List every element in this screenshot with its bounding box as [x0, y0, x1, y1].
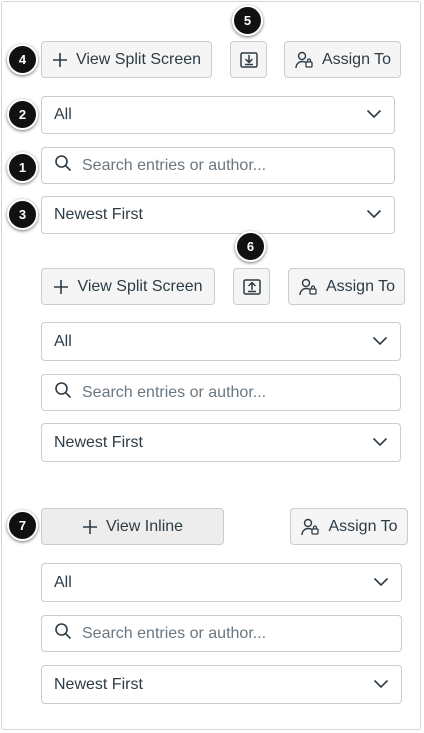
plus-icon — [82, 519, 98, 535]
chevron-down-icon — [373, 574, 389, 592]
assign-to-button[interactable]: Assign To — [290, 508, 408, 545]
filter-select[interactable]: All — [41, 322, 401, 361]
search-icon — [54, 154, 72, 177]
download-toggle-button[interactable] — [230, 41, 267, 78]
assign-to-label: Assign To — [325, 277, 396, 295]
view-split-screen-label: View Split Screen — [75, 50, 202, 68]
sort-select[interactable]: Newest First — [41, 665, 402, 704]
search-placeholder: Search entries or author... — [82, 624, 267, 642]
chevron-down-icon — [372, 434, 388, 452]
search-placeholder: Search entries or author... — [82, 383, 267, 401]
chevron-down-icon — [373, 676, 389, 694]
view-split-screen-label: View Split Screen — [77, 277, 203, 295]
user-assign-icon — [294, 50, 314, 70]
upload-tray-icon — [242, 277, 262, 297]
assign-to-button[interactable]: Assign To — [284, 41, 401, 78]
view-inline-button[interactable]: View Inline — [41, 508, 224, 545]
filter-select-value: All — [54, 332, 72, 350]
filter-select-value: All — [54, 573, 72, 591]
sort-select-value: Newest First — [54, 433, 143, 451]
user-assign-icon — [300, 517, 320, 537]
callout-badge-1: 1 — [7, 152, 38, 183]
chevron-down-icon — [372, 333, 388, 351]
plus-icon — [53, 279, 69, 295]
callout-badge-6: 6 — [235, 231, 266, 262]
view-split-screen-button[interactable]: View Split Screen — [41, 268, 215, 305]
user-assign-icon — [298, 277, 318, 297]
upload-toggle-button[interactable] — [233, 268, 270, 305]
view-inline-label: View Inline — [105, 517, 184, 535]
chevron-down-icon — [366, 206, 382, 224]
filter-select[interactable]: All — [41, 96, 395, 134]
assign-to-label: Assign To — [321, 50, 392, 68]
search-input[interactable]: Search entries or author... — [41, 374, 401, 411]
callout-badge-4: 4 — [7, 44, 38, 75]
search-input[interactable]: Search entries or author... — [41, 615, 402, 652]
assign-to-button[interactable]: Assign To — [288, 268, 405, 305]
callout-badge-7: 7 — [7, 510, 38, 541]
sort-select[interactable]: Newest First — [41, 423, 401, 462]
filter-select-value: All — [54, 106, 72, 123]
callout-badge-5: 5 — [232, 5, 263, 36]
search-icon — [54, 381, 72, 404]
sort-select-value: Newest First — [54, 675, 143, 693]
download-tray-icon — [239, 50, 259, 70]
assign-to-label: Assign To — [328, 517, 398, 535]
callout-badge-2: 2 — [7, 99, 38, 130]
search-icon — [54, 622, 72, 645]
plus-icon — [52, 52, 68, 68]
search-input[interactable]: Search entries or author... — [41, 147, 395, 184]
view-split-screen-button[interactable]: View Split Screen — [41, 41, 212, 78]
filter-select[interactable]: All — [41, 563, 402, 602]
sort-select[interactable]: Newest First — [41, 196, 395, 234]
sort-select-value: Newest First — [54, 206, 143, 223]
callout-badge-3: 3 — [7, 199, 38, 230]
search-placeholder: Search entries or author... — [82, 156, 267, 174]
chevron-down-icon — [366, 106, 382, 124]
